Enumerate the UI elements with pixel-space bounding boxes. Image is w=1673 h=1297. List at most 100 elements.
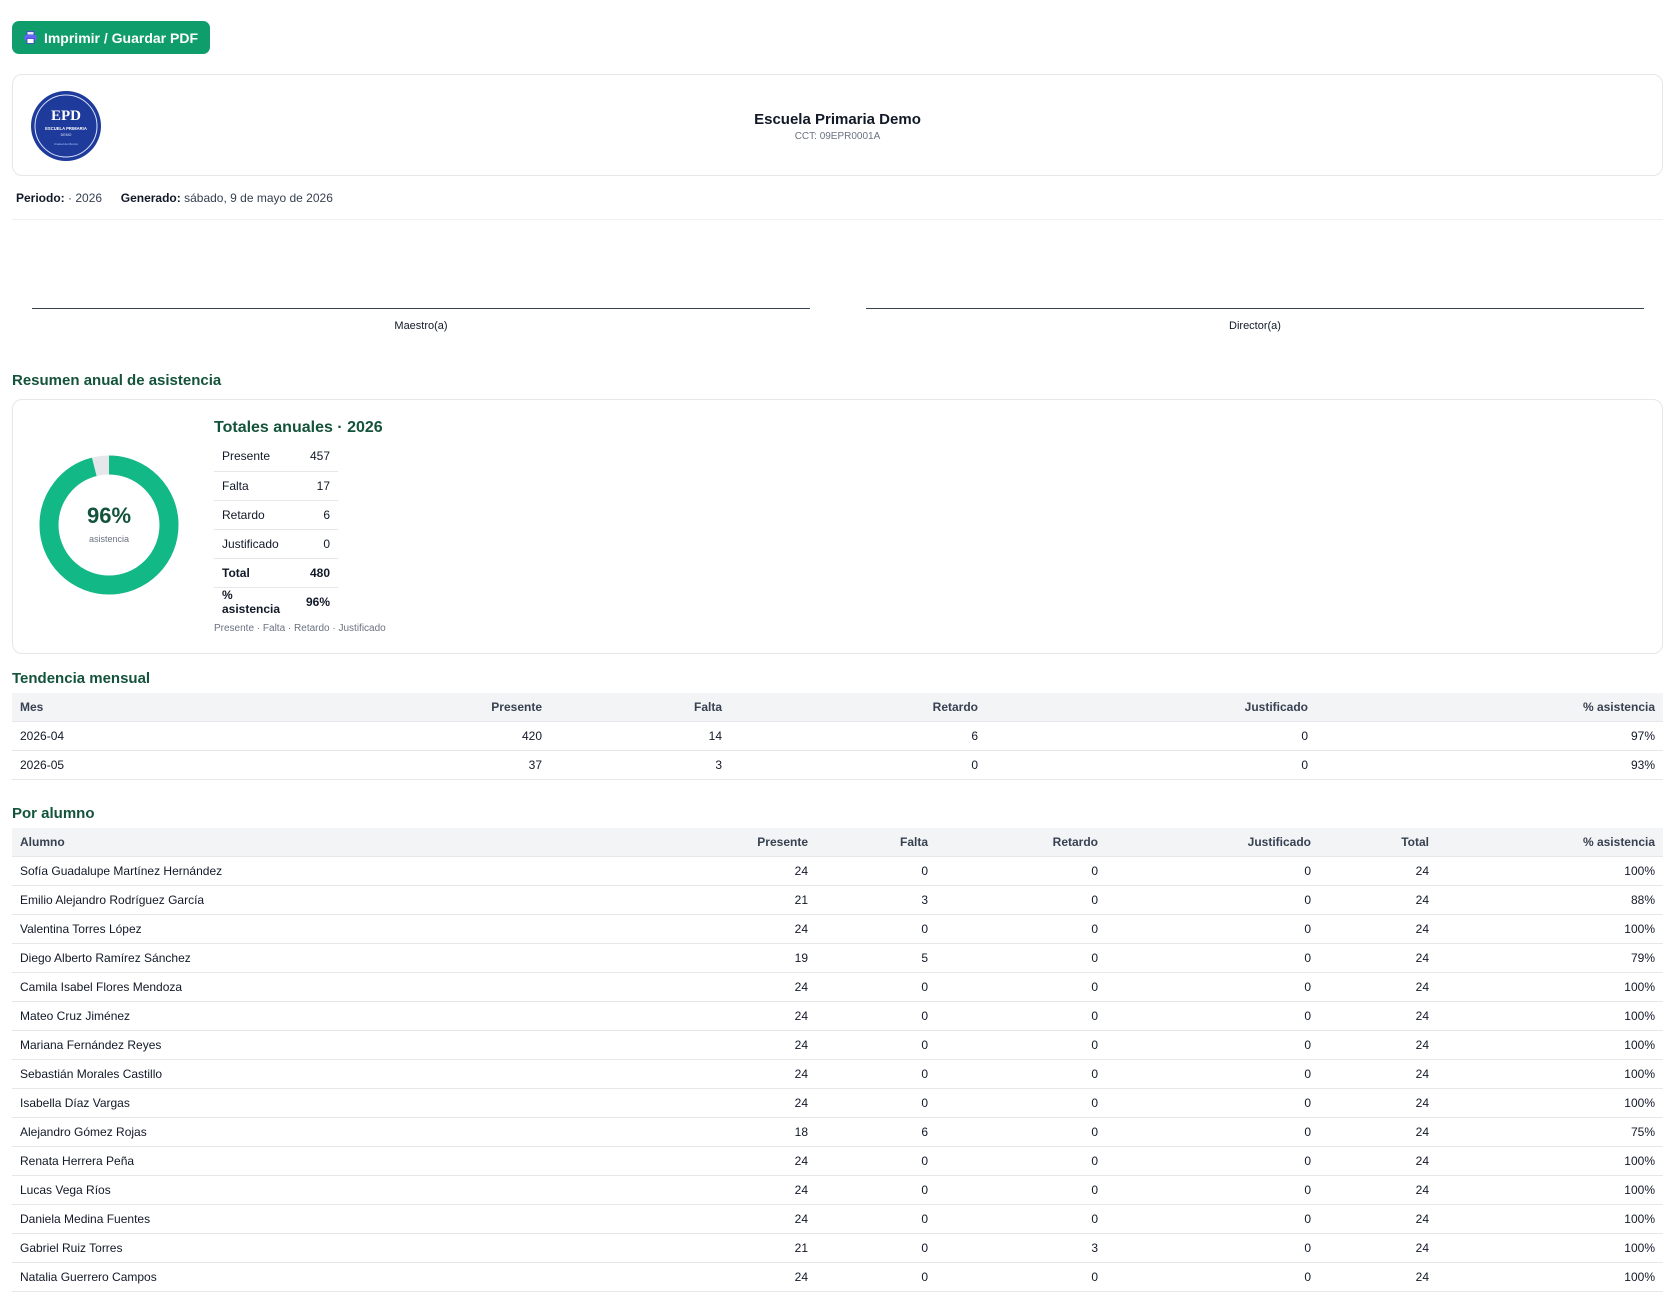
- totals-label: % asistencia: [222, 587, 281, 616]
- row-value-cell: 0: [730, 750, 986, 780]
- totals-label: Justificado: [214, 529, 298, 559]
- totals-legend: Presente · Falta · Retardo · Justificado: [214, 623, 386, 634]
- table-row: Mateo Cruz Jiménez 24 0 0 0 24 100%: [12, 1001, 1663, 1031]
- row-value-cell: 0: [936, 885, 1106, 915]
- row-value-cell: 24: [1319, 1146, 1437, 1176]
- row-value-cell: 93%: [1316, 750, 1663, 780]
- table-row: Emilio Alejandro Rodríguez García 21 3 0 0 24…: [12, 885, 1663, 915]
- row-value-cell: 24: [432, 1175, 816, 1205]
- table-row: Isabella Díaz Vargas 24 0 0 0 24 100%: [12, 1088, 1663, 1118]
- summary-section-title: Resumen anual de asistencia: [12, 372, 222, 389]
- row-label-cell: Lucas Vega Ríos: [12, 1175, 432, 1205]
- row-value-cell: 100%: [1437, 1146, 1663, 1176]
- totals-label: Falta: [214, 471, 298, 501]
- table-row: Natalia Guerrero Campos 24 0 0 0 24 100%: [12, 1262, 1663, 1292]
- annual-totals-table: Presente 457 Falta 17 Retardo 6 Justific…: [214, 442, 338, 616]
- row-value-cell: 0: [1106, 943, 1319, 973]
- annual-summary-card: 96% asistencia Totales anuales · 2026 Pr…: [12, 399, 1663, 654]
- row-value-cell: 0: [816, 914, 936, 944]
- monthly-section-title: Tendencia mensual: [12, 670, 151, 687]
- row-label-cell: Alejandro Gómez Rojas: [12, 1117, 432, 1147]
- row-value-cell: 0: [1106, 914, 1319, 944]
- table-row: Mariana Fernández Reyes 24 0 0 0 24 100%: [12, 1030, 1663, 1060]
- divider: [12, 219, 1663, 220]
- annual-totals-title: Totales anuales · 2026: [214, 419, 383, 436]
- row-value-cell: 0: [986, 750, 1316, 780]
- row-label-cell: Sebastián Morales Castillo: [12, 1059, 432, 1089]
- row-value-cell: 0: [1106, 1262, 1319, 1292]
- row-label-cell: Gabriel Ruiz Torres: [12, 1233, 432, 1263]
- row-value-cell: 0: [936, 914, 1106, 944]
- table-row: Camila Isabel Flores Mendoza 24 0 0 0 24 100%: [12, 972, 1663, 1002]
- row-value-cell: 24: [432, 1146, 816, 1176]
- svg-text:Ciudad de Mexico: Ciudad de Mexico: [54, 142, 78, 146]
- row-value-cell: 24: [1319, 1262, 1437, 1292]
- totals-value: 96%: [305, 594, 330, 609]
- donut-percentage: 96%: [86, 503, 132, 528]
- row-value-cell: 24: [432, 914, 816, 944]
- totals-row-falta: Falta 17: [214, 471, 338, 501]
- row-value-cell: 100%: [1437, 1262, 1663, 1292]
- row-value-cell: 24: [1319, 1175, 1437, 1205]
- table-row: Diego Alberto Ramírez Sánchez 19 5 0 0 24 79%: [12, 943, 1663, 973]
- row-value-cell: 24: [432, 972, 816, 1002]
- teacher-signature-line: [32, 308, 810, 309]
- row-value-cell: 0: [1106, 1233, 1319, 1263]
- row-value-cell: 0: [1106, 972, 1319, 1002]
- row-value-cell: 0: [936, 1117, 1106, 1147]
- row-value-cell: 0: [816, 1001, 936, 1031]
- column-header: Falta: [550, 693, 730, 722]
- teacher-signature-label: Maestro(a): [394, 320, 448, 332]
- totals-row-retardo: Retardo 6: [214, 500, 338, 530]
- printer-icon: [24, 31, 37, 44]
- row-label-cell: Valentina Torres López: [12, 914, 432, 944]
- row-value-cell: 0: [816, 1146, 936, 1176]
- table-row: Sebastián Morales Castillo 24 0 0 0 24 100%: [12, 1059, 1663, 1089]
- totals-label: Retardo: [214, 500, 298, 530]
- period-value: · 2026: [68, 191, 103, 205]
- row-value-cell: 5: [816, 943, 936, 973]
- column-header: Falta: [816, 828, 936, 857]
- row-value-cell: 24: [432, 1262, 816, 1292]
- print-pdf-button[interactable]: Imprimir / Guardar PDF: [12, 21, 210, 54]
- totals-row-percentage: % asistencia 96%: [214, 587, 338, 616]
- totals-value: 0: [297, 529, 338, 559]
- row-value-cell: 24: [432, 1088, 816, 1118]
- row-value-cell: 0: [936, 943, 1106, 973]
- row-value-cell: 100%: [1437, 914, 1663, 944]
- row-value-cell: 100%: [1437, 1233, 1663, 1263]
- row-value-cell: 21: [432, 1233, 816, 1263]
- row-value-cell: 0: [936, 1088, 1106, 1118]
- table-row: 2026-04 420 14 6 0 97%: [12, 721, 1663, 751]
- row-value-cell: 100%: [1437, 1088, 1663, 1118]
- column-header: Total: [1319, 828, 1437, 857]
- column-header: Justificado: [1106, 828, 1319, 857]
- row-value-cell: 0: [936, 972, 1106, 1002]
- table-row: 2026-05 37 3 0 0 93%: [12, 750, 1663, 780]
- print-button-label: Imprimir / Guardar PDF: [43, 29, 199, 46]
- row-value-cell: 0: [1106, 856, 1319, 886]
- school-header-card: EPD ESCUELA PRIMARIA DEMO Ciudad de Mexi…: [12, 74, 1663, 176]
- row-value-cell: 24: [1319, 1088, 1437, 1118]
- row-value-cell: 0: [816, 1059, 936, 1089]
- row-value-cell: 24: [1319, 885, 1437, 915]
- row-value-cell: 24: [1319, 1117, 1437, 1147]
- row-value-cell: 100%: [1437, 1175, 1663, 1205]
- row-label-cell: Daniela Medina Fuentes: [12, 1204, 432, 1234]
- row-value-cell: 0: [816, 1262, 936, 1292]
- row-label-cell: 2026-04: [12, 721, 202, 751]
- row-value-cell: 0: [816, 856, 936, 886]
- row-value-cell: 75%: [1437, 1117, 1663, 1147]
- table-row: Daniela Medina Fuentes 24 0 0 0 24 100%: [12, 1204, 1663, 1234]
- row-value-cell: 3: [816, 885, 936, 915]
- row-label-cell: Sofía Guadalupe Martínez Hernández: [12, 856, 432, 886]
- totals-row-total: Total 480: [214, 558, 338, 588]
- totals-row-presente: Presente 457: [214, 442, 338, 472]
- row-value-cell: 100%: [1437, 1030, 1663, 1060]
- row-label-cell: Mariana Fernández Reyes: [12, 1030, 432, 1060]
- school-name: Escuela Primaria Demo: [754, 111, 921, 128]
- row-value-cell: 19: [432, 943, 816, 973]
- column-header: Retardo: [730, 693, 986, 722]
- row-value-cell: 24: [1319, 1030, 1437, 1060]
- row-label-cell: Renata Herrera Peña: [12, 1146, 432, 1176]
